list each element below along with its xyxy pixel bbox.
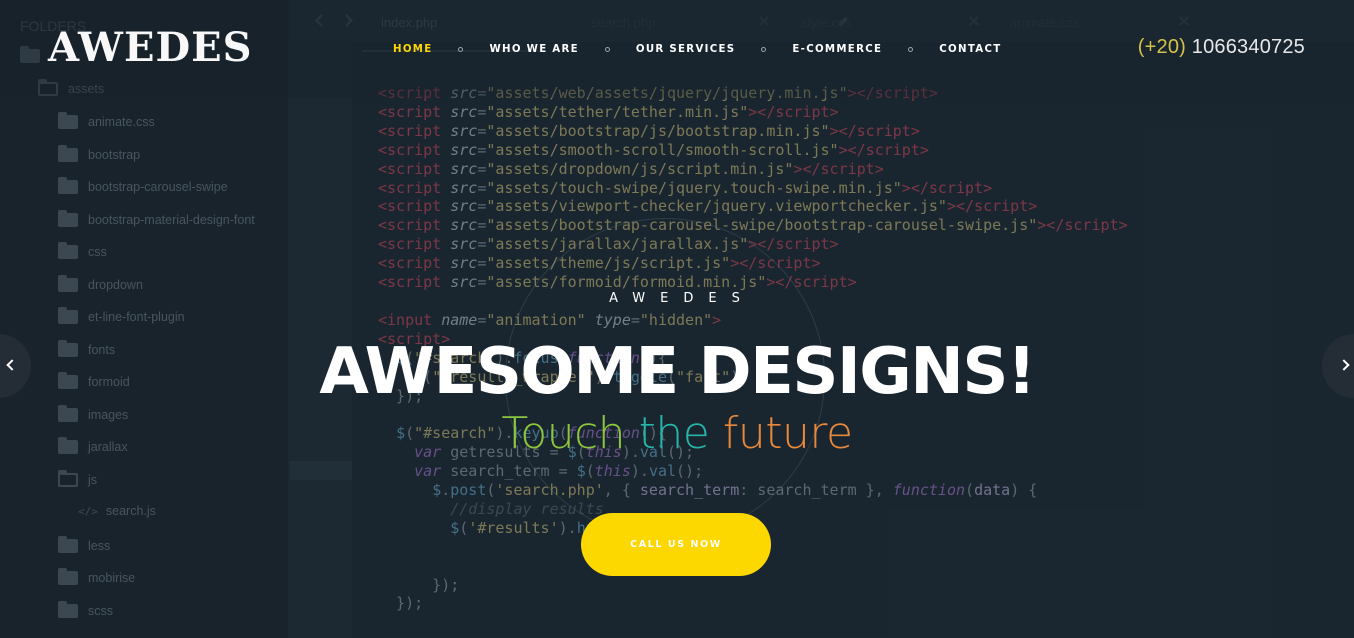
nav-separator-icon <box>458 46 464 52</box>
chevron-right-icon <box>1340 361 1348 369</box>
main-nav: HOME WHO WE ARE OUR SERVICES E-COMMERCE … <box>393 41 1001 57</box>
nav-separator-icon <box>908 46 914 52</box>
subtitle-word: future <box>722 408 853 459</box>
nav-contact[interactable]: CONTACT <box>939 44 1001 55</box>
subtitle-word: Touch <box>501 408 626 459</box>
subtitle-word: the <box>638 408 710 459</box>
phone-digits: 1066340725 <box>1191 36 1305 58</box>
nav-e-commerce[interactable]: E-COMMERCE <box>792 44 882 55</box>
call-us-now-button[interactable]: CALL US NOW <box>581 513 771 576</box>
hero-subtitle: Touch the future <box>0 408 1354 460</box>
phone-number[interactable]: (+20) 1066340725 <box>1138 36 1305 59</box>
site-header: AWEDES HOME WHO WE ARE OUR SERVICES E-CO… <box>0 0 1354 98</box>
hero-title: AWESOME DESIGNS! <box>319 335 1036 409</box>
nav-separator-icon <box>604 46 610 52</box>
site-logo[interactable]: AWEDES <box>48 24 253 72</box>
phone-country-code: (+20) <box>1137 36 1186 58</box>
hero-kicker: AWEDES <box>609 291 755 306</box>
chevron-left-icon <box>8 361 16 369</box>
nav-home[interactable]: HOME <box>393 44 432 55</box>
nav-who-we-are[interactable]: WHO WE ARE <box>489 44 578 55</box>
nav-our-services[interactable]: OUR SERVICES <box>636 44 736 55</box>
nav-separator-icon <box>761 46 767 52</box>
